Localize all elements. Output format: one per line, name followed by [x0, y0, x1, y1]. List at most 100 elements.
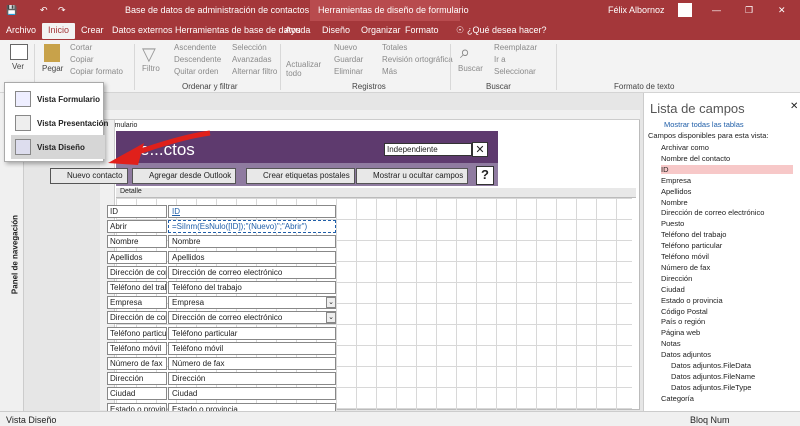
field-control[interactable]: Teléfono del trabajo: [168, 281, 336, 294]
pegar-button[interactable]: Pegar: [42, 64, 63, 73]
field-label[interactable]: Nombre: [107, 235, 167, 249]
field-control[interactable]: Teléfono móvil: [168, 341, 336, 355]
field-list-item[interactable]: Empresa: [661, 176, 691, 185]
field-list-item[interactable]: Datos adjuntos.FileName: [671, 372, 755, 381]
field-list-item[interactable]: Apellidos: [661, 187, 691, 196]
cortar-button[interactable]: Cortar: [70, 43, 92, 52]
field-control[interactable]: Dirección: [168, 372, 336, 386]
crear-etiquetas-button[interactable]: Crear etiquetas postales: [246, 168, 355, 184]
field-list-item[interactable]: Nombre: [661, 198, 688, 207]
seleccion-button[interactable]: Selección: [232, 43, 267, 52]
tab-herramientas-bd[interactable]: Herramientas de base de datos: [175, 25, 301, 35]
descendente-button[interactable]: Descendente: [174, 55, 221, 64]
field-control[interactable]: Dirección de correo electrónico: [168, 311, 336, 325]
field-label[interactable]: Ciudad: [107, 387, 167, 401]
alternar-filtro-button[interactable]: Alternar filtro: [232, 67, 277, 76]
field-label[interactable]: Número de fax: [107, 357, 167, 370]
tab-datos-externos[interactable]: Datos externos: [112, 25, 173, 35]
field-label[interactable]: Empresa: [107, 296, 167, 310]
mas-button[interactable]: Más: [382, 67, 397, 76]
field-control[interactable]: Nombre: [168, 235, 336, 249]
field-list-item[interactable]: Ciudad: [661, 285, 685, 294]
reemplazar-button[interactable]: Reemplazar: [494, 43, 537, 52]
eliminar-button[interactable]: Eliminar: [334, 67, 363, 76]
ascendente-button[interactable]: Ascendente: [174, 43, 216, 52]
field-label[interactable]: ID: [107, 205, 167, 218]
field-label[interactable]: Teléfono móvil: [107, 341, 167, 355]
guardar-button[interactable]: Guardar: [334, 55, 363, 64]
navigation-pane-label[interactable]: Panel de navegación: [11, 200, 20, 310]
vista-formulario-item[interactable]: Vista Formulario: [11, 87, 105, 111]
field-list-item[interactable]: ID: [661, 164, 793, 174]
field-label[interactable]: Apellidos: [107, 250, 167, 264]
revision-button[interactable]: Revisión ortográfica: [382, 55, 453, 64]
field-control[interactable]: Teléfono particular: [168, 326, 336, 340]
field-label[interactable]: Teléfono del trab: [107, 281, 167, 294]
field-list-item[interactable]: Notas: [661, 339, 681, 348]
field-control[interactable]: Apellidos: [168, 250, 336, 264]
field-list-item[interactable]: Estado o provincia: [661, 296, 723, 305]
field-label[interactable]: Dirección de corr: [107, 265, 167, 279]
field-label[interactable]: Dirección: [107, 372, 167, 386]
field-list-item[interactable]: Nombre del contacto: [661, 154, 730, 163]
field-list-item[interactable]: Dirección de correo electrónico: [661, 208, 764, 217]
ir-a-button[interactable]: Ir a: [494, 55, 506, 64]
filter-combo[interactable]: Independiente: [384, 143, 472, 156]
close-pane-icon[interactable]: ✕: [790, 101, 798, 112]
buscar-button[interactable]: Buscar: [458, 64, 483, 73]
tab-organizar[interactable]: Organizar: [361, 25, 401, 35]
redo-icon[interactable]: ↷: [58, 5, 66, 16]
field-list-item[interactable]: Categoría: [661, 394, 694, 403]
field-control[interactable]: Número de fax: [168, 357, 336, 370]
field-control[interactable]: Dirección de correo electrónico: [168, 265, 336, 279]
field-list-item[interactable]: Puesto: [661, 219, 684, 228]
avanzadas-button[interactable]: Avanzadas: [232, 55, 271, 64]
field-list-item[interactable]: Código Postal: [661, 307, 708, 316]
field-control[interactable]: Empresa: [168, 296, 336, 310]
tab-ayuda[interactable]: Ayuda: [285, 25, 310, 35]
chevron-down-icon[interactable]: ⌄: [326, 312, 336, 324]
mostrar-campos-button[interactable]: Mostrar u ocultar campos: [356, 168, 469, 184]
paste-icon[interactable]: [44, 44, 60, 62]
filtro-button[interactable]: Filtro: [142, 64, 160, 73]
field-label[interactable]: Abrir: [107, 220, 167, 234]
save-icon[interactable]: 💾: [6, 5, 17, 16]
ver-button[interactable]: Ver: [12, 62, 24, 71]
tab-archivo[interactable]: Archivo: [6, 25, 36, 35]
vista-diseno-item[interactable]: Vista Diseño: [11, 135, 105, 159]
tab-inicio[interactable]: Inicio: [42, 23, 76, 39]
field-list-item[interactable]: Teléfono del trabajo: [661, 230, 726, 239]
tab-diseno[interactable]: Diseño: [322, 25, 350, 35]
field-control[interactable]: ID: [168, 205, 336, 218]
field-label[interactable]: Teléfono particul: [107, 326, 167, 340]
restore-icon[interactable]: ❐: [745, 5, 753, 16]
copiar-button[interactable]: Copiar: [70, 55, 94, 64]
close-icon[interactable]: ✕: [778, 5, 786, 16]
view-icon[interactable]: [10, 44, 28, 60]
field-list-item[interactable]: Número de fax: [661, 263, 710, 272]
actualizar-todo-button[interactable]: Actualizar todo: [286, 60, 321, 78]
avatar[interactable]: [678, 3, 692, 17]
tell-me-search[interactable]: ¿Qué desea hacer?: [467, 25, 547, 35]
field-list-item[interactable]: Datos adjuntos.FileData: [671, 361, 751, 370]
undo-icon[interactable]: ↶: [40, 5, 48, 16]
vista-presentacion-item[interactable]: Vista Presentación: [11, 111, 108, 135]
field-list-item[interactable]: Página web: [661, 328, 700, 337]
nuevo-button[interactable]: Nuevo: [334, 43, 357, 52]
field-control[interactable]: Ciudad: [168, 387, 336, 401]
field-list-item[interactable]: Dirección: [661, 274, 692, 283]
tab-formato[interactable]: Formato: [405, 25, 439, 35]
totales-button[interactable]: Totales: [382, 43, 407, 52]
clear-icon[interactable]: ✕: [472, 142, 488, 157]
seleccionar-button[interactable]: Seleccionar: [494, 67, 536, 76]
field-control[interactable]: =SiInm(EsNulo([ID]);"(Nuevo)";"Abrir"): [168, 220, 336, 234]
help-button[interactable]: ?: [476, 166, 494, 185]
field-label[interactable]: Dirección de corr: [107, 311, 167, 325]
field-list-item[interactable]: Archivar como: [661, 143, 709, 152]
show-all-tables-link[interactable]: Mostrar todas las tablas: [664, 120, 744, 129]
tab-crear[interactable]: Crear: [81, 25, 104, 35]
chevron-down-icon[interactable]: ⌄: [326, 297, 336, 309]
field-list-item[interactable]: Datos adjuntos.FileType: [671, 383, 751, 392]
minimize-icon[interactable]: —: [712, 5, 721, 15]
copiar-formato-button[interactable]: Copiar formato: [70, 67, 123, 76]
